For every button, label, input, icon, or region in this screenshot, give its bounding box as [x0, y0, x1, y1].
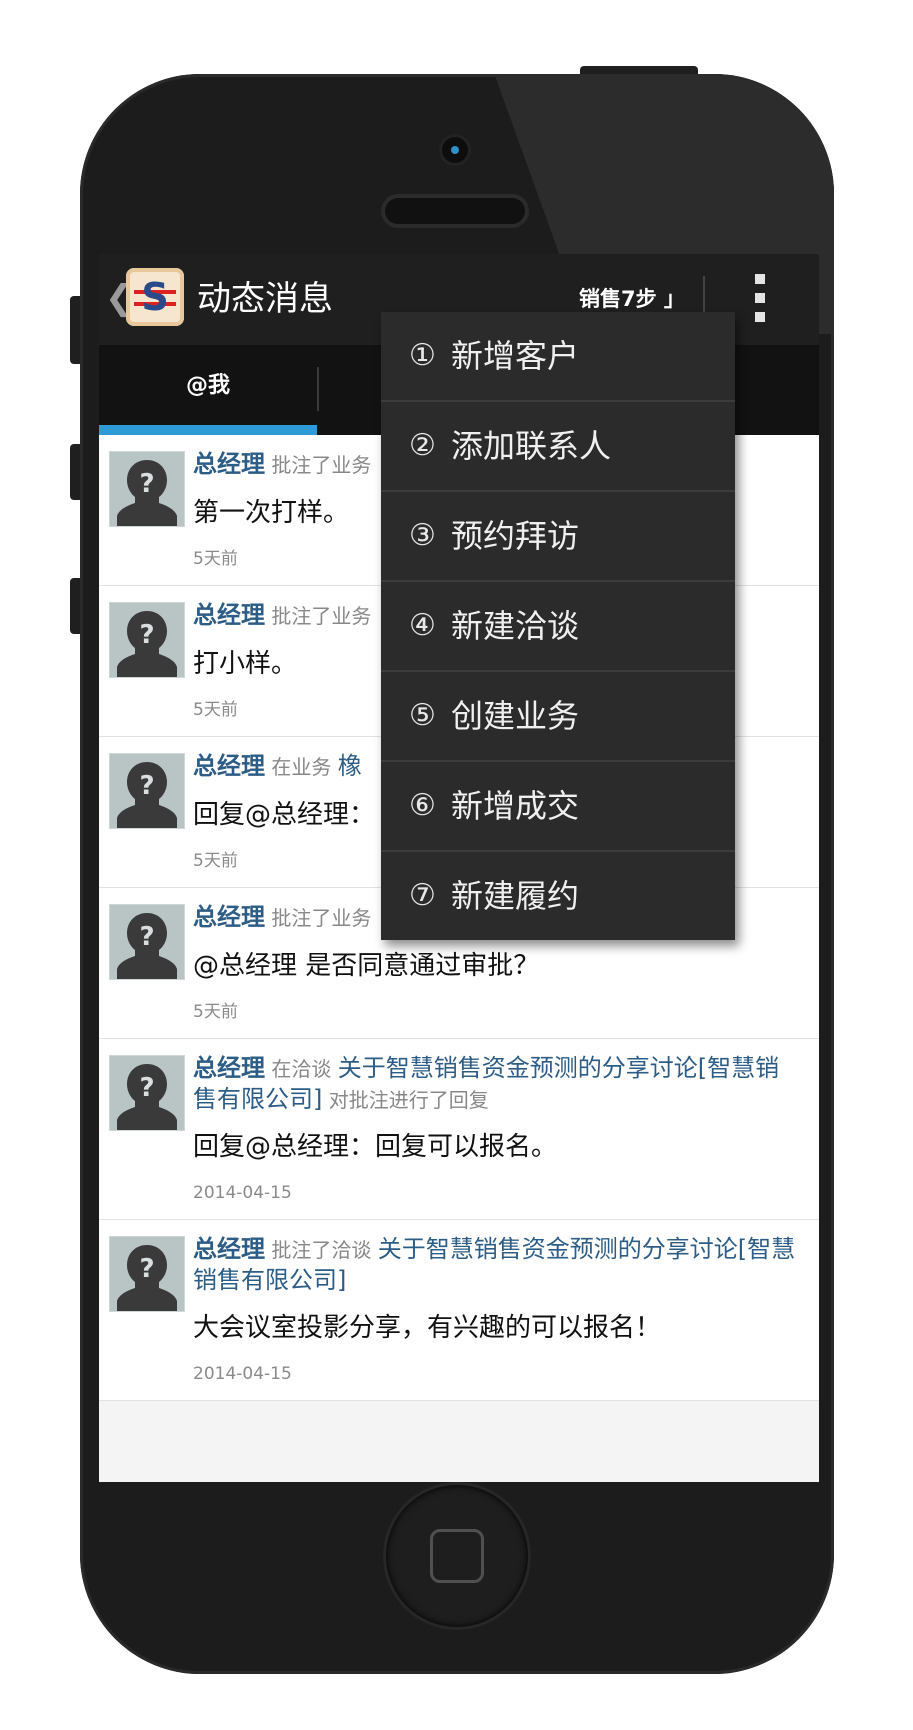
author-name[interactable]: 总经理: [193, 752, 265, 780]
action-text: 批注了业务: [271, 604, 372, 628]
menu-item-create-business[interactable]: ⑤ 创建业务: [381, 672, 735, 762]
message-text: 回复@总经理：: [193, 800, 376, 830]
message-text: 第一次打样。: [193, 498, 350, 528]
tab-mentions[interactable]: @我: [99, 345, 317, 435]
person-silhouette-icon: ?: [117, 913, 177, 979]
menu-item-label: 预约拜访: [451, 517, 580, 555]
avatar: ?: [109, 753, 185, 829]
message-text: 打小样。: [193, 649, 298, 679]
menu-item-number: ③: [409, 518, 436, 553]
svg-text:?: ?: [139, 922, 154, 952]
author-name[interactable]: 总经理: [193, 1054, 265, 1082]
action-text: 批注了业务: [271, 453, 372, 477]
menu-item-schedule-visit[interactable]: ③ 预约拜访: [381, 492, 735, 582]
timestamp: 5天前: [193, 549, 238, 569]
overflow-dot: [755, 312, 765, 322]
svg-text:?: ?: [139, 771, 154, 801]
timestamp: 5天前: [193, 700, 238, 720]
person-silhouette-icon: ?: [117, 1064, 177, 1130]
avatar: ?: [109, 1236, 185, 1312]
avatar: ?: [109, 904, 185, 980]
timestamp: 5天前: [193, 1002, 238, 1022]
overflow-dropdown-menu: ① 新增客户 ② 添加联系人 ③ 预约拜访 ④ 新建洽谈 ⑤ 创建业务 ⑥ 新增…: [381, 312, 735, 940]
timestamp: 5天前: [193, 851, 238, 871]
action-text: 在业务: [271, 755, 332, 779]
tab-active-indicator: [99, 425, 317, 435]
item-header: 总经理 在洽谈 关于智慧销售资金预测的分享讨论[智慧销售有限公司] 对批注进行了…: [193, 1053, 803, 1115]
action-text: 批注了业务: [271, 906, 372, 930]
timestamp: 2014-04-15: [193, 1183, 292, 1203]
front-camera: [442, 137, 468, 163]
svg-text:?: ?: [139, 1073, 154, 1103]
person-silhouette-icon: ?: [117, 460, 177, 526]
menu-item-number: ⑤: [409, 698, 436, 733]
person-silhouette-icon: ?: [117, 1245, 177, 1311]
menu-item-label: 新建履约: [451, 877, 580, 915]
action-text: 批注了洽谈: [271, 1238, 372, 1262]
menu-item-number: ⑥: [409, 788, 436, 823]
overflow-menu-icon[interactable]: [741, 274, 781, 326]
menu-item-new-customer[interactable]: ① 新增客户: [381, 312, 735, 402]
author-name[interactable]: 总经理: [193, 450, 265, 478]
menu-item-label: 添加联系人: [451, 427, 612, 465]
list-item[interactable]: ? 总经理 在洽谈 关于智慧销售资金预测的分享讨论[智慧销售有限公司] 对批注进…: [99, 1039, 819, 1220]
person-silhouette-icon: ?: [117, 611, 177, 677]
home-square-icon: [430, 1529, 484, 1583]
action-text: 在洽谈: [271, 1057, 332, 1081]
menu-item-number: ④: [409, 608, 436, 643]
list-item[interactable]: ? 总经理 批注了洽谈 关于智慧销售资金预测的分享讨论[智慧销售有限公司] 大会…: [99, 1220, 819, 1401]
logo-letter: S: [141, 275, 169, 319]
menu-item-number: ②: [409, 428, 436, 463]
menu-item-number: ①: [409, 338, 436, 373]
author-name[interactable]: 总经理: [193, 601, 265, 629]
svg-text:?: ?: [139, 1254, 154, 1284]
related-link[interactable]: 橡: [338, 752, 362, 780]
menu-item-add-contact[interactable]: ② 添加联系人: [381, 402, 735, 492]
menu-item-number: ⑦: [409, 878, 436, 913]
app-screen: ❮ S 动态消息 销售7步 」 @我 ? 总经理 批注了业务 第一次打样。 5天…: [99, 254, 819, 1482]
overflow-dot: [755, 293, 765, 303]
menu-item-new-deal[interactable]: ⑥ 新增成交: [381, 762, 735, 852]
overflow-dot: [755, 274, 765, 284]
page-title: 动态消息: [197, 279, 333, 319]
menu-item-label: 新建洽谈: [451, 607, 580, 645]
author-name[interactable]: 总经理: [193, 903, 265, 931]
menu-item-new-negotiation[interactable]: ④ 新建洽谈: [381, 582, 735, 672]
menu-item-label: 创建业务: [451, 697, 580, 735]
message-text: 回复@总经理：回复可以报名。: [193, 1132, 558, 1162]
sales-logo-icon[interactable]: S: [126, 268, 184, 326]
avatar: ?: [109, 602, 185, 678]
tab-mentions-label: @我: [185, 373, 230, 398]
menu-item-new-fulfillment[interactable]: ⑦ 新建履约: [381, 852, 735, 940]
avatar: ?: [109, 451, 185, 527]
timestamp: 2014-04-15: [193, 1364, 292, 1384]
message-text: @总经理 是否同意通过审批？: [193, 951, 540, 981]
earpiece-speaker: [385, 198, 525, 224]
person-silhouette-icon: ?: [117, 762, 177, 828]
svg-text:?: ?: [139, 620, 154, 650]
sales-steps-button[interactable]: 销售7步 」: [579, 284, 685, 314]
action-suffix: 对批注进行了回复: [328, 1088, 489, 1112]
svg-text:?: ?: [139, 469, 154, 499]
message-text: 大会议室投影分享，有兴趣的可以报名！: [193, 1313, 662, 1343]
menu-item-label: 新增成交: [451, 787, 580, 825]
menu-item-label: 新增客户: [451, 337, 580, 375]
item-header: 总经理 批注了洽谈 关于智慧销售资金预测的分享讨论[智慧销售有限公司]: [193, 1234, 803, 1296]
home-button[interactable]: [386, 1485, 528, 1627]
author-name[interactable]: 总经理: [193, 1235, 265, 1263]
avatar: ?: [109, 1055, 185, 1131]
